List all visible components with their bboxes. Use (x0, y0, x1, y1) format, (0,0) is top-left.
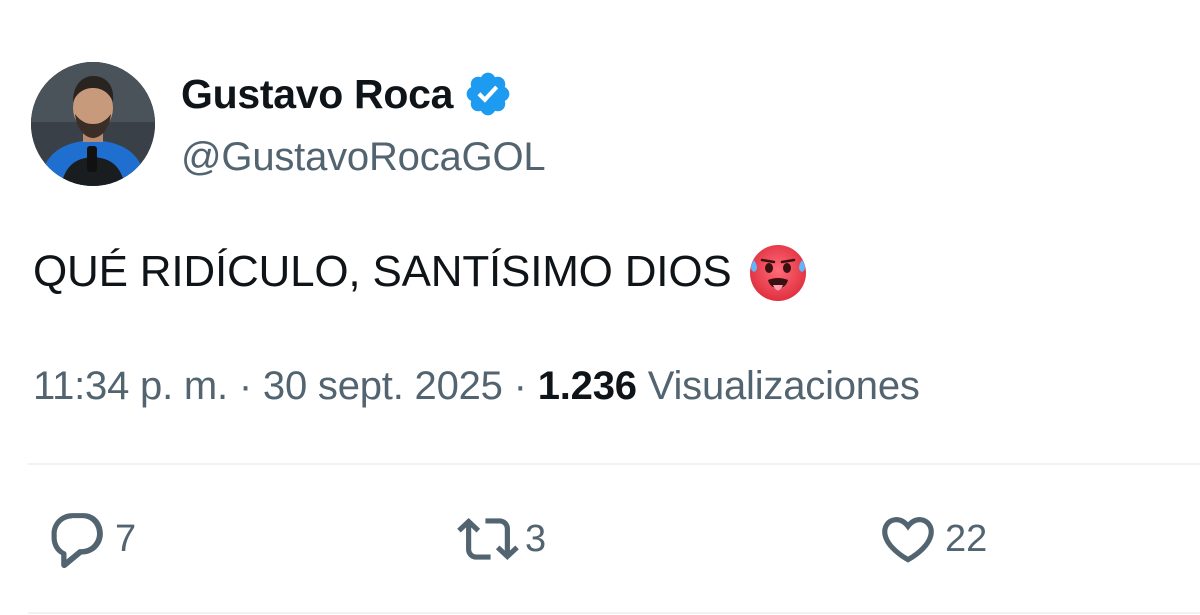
meta-separator: · (227, 364, 263, 408)
avatar-image (31, 62, 155, 186)
retweet-button[interactable]: 3 (457, 508, 546, 570)
views-count[interactable]: 1.236 (538, 364, 637, 408)
tweet-time[interactable]: 11:34 p. m. (33, 364, 228, 408)
tweet-date[interactable]: 30 sept. 2025 (263, 364, 503, 408)
reply-count: 7 (115, 518, 137, 560)
like-button[interactable]: 22 (877, 508, 987, 570)
user-handle[interactable]: @GustavoRocaGOL (181, 131, 546, 183)
hot-face-emoji-icon (749, 245, 806, 301)
retweet-count: 3 (525, 518, 547, 560)
heart-icon (882, 517, 934, 563)
avatar[interactable] (31, 62, 155, 186)
divider (28, 463, 1200, 465)
retweet-icon (457, 518, 519, 560)
display-name[interactable]: Gustavo Roca (181, 68, 453, 120)
tweet-text: QUÉ RIDÍCULO, SANTÍSIMO DIOS (33, 247, 732, 296)
name-row: Gustavo Roca (181, 68, 513, 120)
reply-icon (51, 513, 103, 569)
meta-separator-2: · (502, 364, 538, 408)
verified-badge-icon[interactable] (463, 69, 513, 119)
tweet-meta: 11:34 p. m. · 30 sept. 2025 · 1.236 Visu… (33, 360, 920, 412)
bottom-divider (28, 612, 1200, 614)
tweet-body: QUÉ RIDÍCULO, SANTÍSIMO DIOS (33, 240, 810, 304)
tweet-card: Gustavo Roca @GustavoRocaGOL QUÉ RIDÍCUL… (0, 0, 1200, 615)
like-count: 22 (945, 518, 988, 560)
reply-button[interactable]: 7 (47, 508, 136, 570)
views-label[interactable]: Visualizaciones (637, 364, 920, 408)
